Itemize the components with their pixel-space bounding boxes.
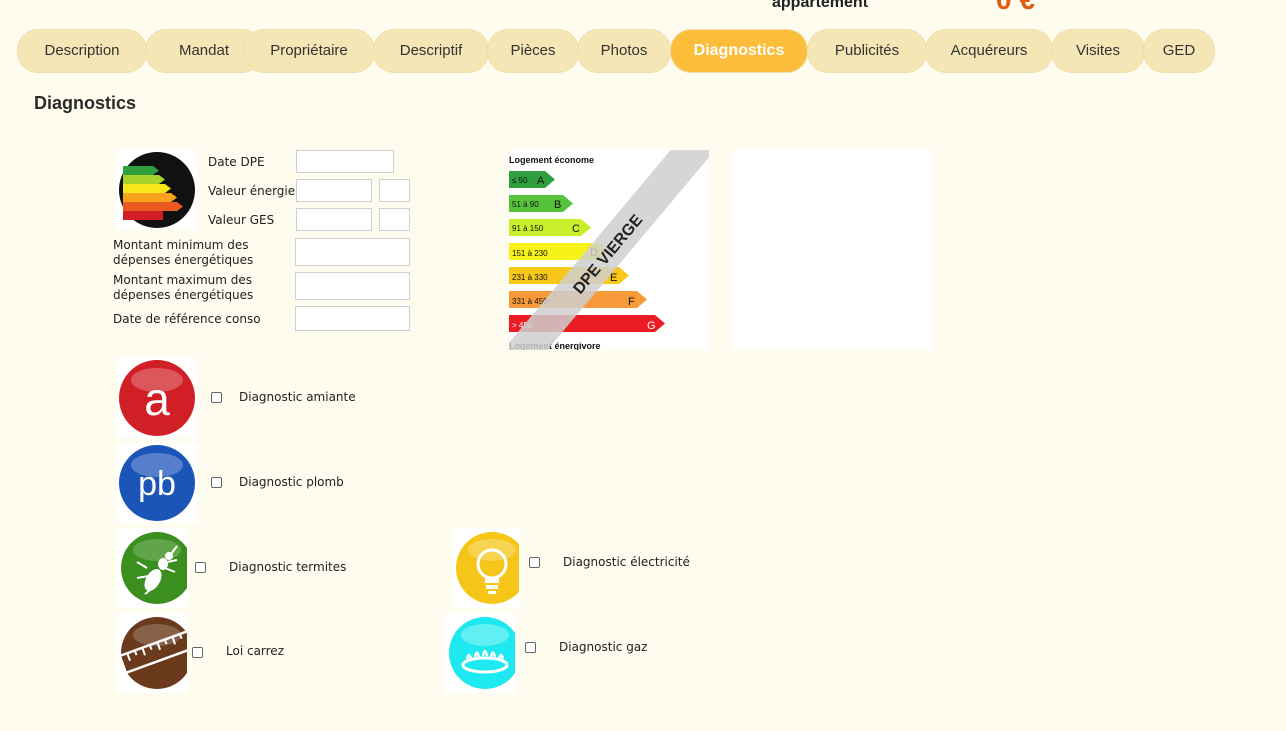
tab-acquereurs[interactable]: Acquéreurs (926, 30, 1052, 72)
property-type-title: appartement (772, 0, 869, 11)
energy-label-icon (117, 150, 197, 230)
gaz-checkbox[interactable] (525, 642, 536, 653)
svg-text:51 à 90: 51 à 90 (512, 200, 539, 209)
svg-text:≤ 50: ≤ 50 (512, 176, 528, 185)
dpe-top-label: Logement économe (509, 155, 594, 165)
electricite-checkbox[interactable] (529, 557, 540, 568)
svg-text:F: F (628, 296, 635, 308)
carrez-label: Loi carrez (226, 644, 284, 658)
classe-energie-input[interactable] (379, 179, 410, 202)
dpe-row-c: 91 à 150 C (509, 219, 591, 236)
plomb-checkbox[interactable] (211, 477, 222, 488)
electricite-label: Diagnostic électricité (563, 555, 690, 569)
svg-text:91 à 150: 91 à 150 (512, 224, 544, 233)
valeur-energie-label: Valeur énergie (208, 184, 296, 198)
valeur-energie-input[interactable] (296, 179, 372, 202)
gaz-label: Diagnostic gaz (559, 640, 648, 654)
dpe-energy-scale: Logement économe ≤ 50 A 51 à 90 B 91 à 1… (509, 150, 709, 350)
date-dpe-input[interactable] (296, 150, 394, 173)
termite-icon (117, 528, 187, 608)
svg-text:A: A (537, 175, 545, 187)
tab-description[interactable]: Description (18, 30, 146, 72)
montant-max-label: Montant maximum des dépenses énergétique… (113, 273, 254, 302)
carrez-checkbox[interactable] (192, 647, 203, 658)
svg-text:151 à 230: 151 à 230 (512, 249, 548, 258)
lightbulb-icon (452, 528, 519, 608)
svg-text:pb: pb (138, 465, 176, 503)
dpe-row-b: 51 à 90 B (509, 195, 573, 212)
amiante-icon: a (117, 358, 197, 438)
valeur-ges-label: Valeur GES (208, 213, 275, 227)
gas-burner-icon (445, 613, 515, 693)
date-dpe-label: Date DPE (208, 155, 265, 169)
amiante-checkbox[interactable] (211, 392, 222, 403)
termites-label: Diagnostic termites (229, 560, 347, 574)
page-title: Diagnostics (34, 93, 137, 113)
montant-min-input[interactable] (295, 238, 410, 266)
valeur-ges-input[interactable] (296, 208, 372, 231)
classe-ges-input[interactable] (379, 208, 410, 231)
tab-visites[interactable]: Visites (1052, 30, 1144, 72)
svg-text:231 à 330: 231 à 330 (512, 273, 548, 282)
date-ref-label: Date de référence conso (113, 312, 261, 326)
amiante-label: Diagnostic amiante (239, 390, 356, 404)
svg-text:a: a (144, 373, 170, 425)
svg-text:C: C (572, 223, 580, 235)
tab-diagnostics[interactable]: Diagnostics (671, 30, 807, 72)
svg-text:B: B (554, 199, 561, 211)
tab-proprietaire[interactable]: Propriétaire (244, 30, 374, 72)
plomb-icon: pb (117, 443, 197, 523)
tab-descriptif[interactable]: Descriptif (374, 30, 488, 72)
montant-max-input[interactable] (295, 272, 410, 300)
tab-publicites[interactable]: Publicités (808, 30, 926, 72)
ruler-icon (117, 613, 187, 693)
montant-min-label: Montant minimum des dépenses énergétique… (113, 238, 254, 267)
tab-pieces[interactable]: Pièces (488, 30, 578, 72)
dpe-preview-panel (733, 150, 933, 350)
date-ref-input[interactable] (295, 306, 410, 331)
svg-text:G: G (647, 320, 656, 332)
property-price: 0 € (996, 0, 1035, 16)
dpe-row-a: ≤ 50 A (509, 171, 555, 188)
plomb-label: Diagnostic plomb (239, 475, 344, 489)
tab-photos[interactable]: Photos (578, 30, 670, 72)
termites-checkbox[interactable] (195, 562, 206, 573)
tab-ged[interactable]: GED (1144, 30, 1214, 72)
